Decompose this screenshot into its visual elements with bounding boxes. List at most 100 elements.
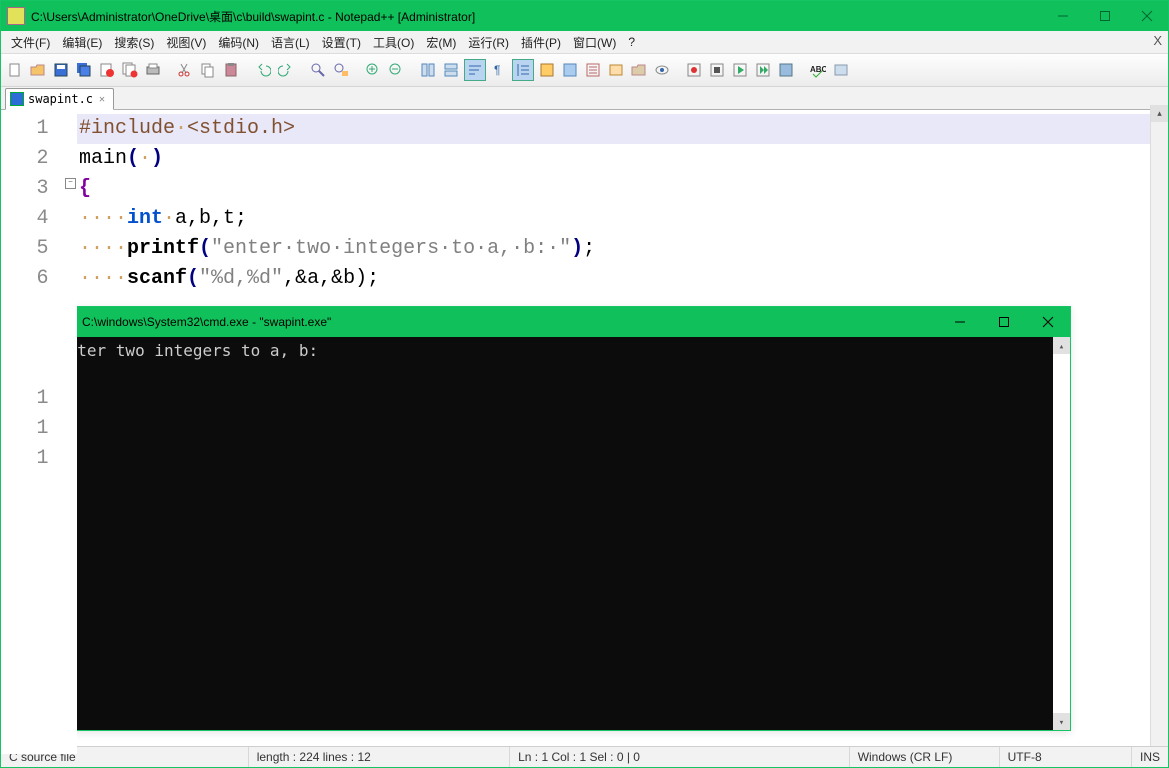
line-number: 2 [1,144,49,174]
indent-guide-button[interactable] [512,59,534,81]
brace: { [79,177,91,200]
tab-close-icon[interactable]: ✕ [97,94,107,104]
line-number: 6 [1,264,49,294]
close-all-button[interactable] [120,60,140,80]
undo-button[interactable] [253,60,273,80]
close-button[interactable] [1126,2,1168,30]
indent: ···· [79,207,127,230]
menu-search[interactable]: 搜索(S) [108,32,160,53]
paren: ) [571,237,583,260]
print-button[interactable] [143,60,163,80]
save-macro-button[interactable] [776,60,796,80]
var-decl: a,b,t; [175,207,247,230]
find-button[interactable] [308,60,328,80]
tab-label: swapint.c [28,92,93,106]
menu-encoding[interactable]: 编码(N) [212,32,265,53]
minimize-button[interactable] [1042,2,1084,30]
whitespace-dot: · [139,147,151,170]
paren: ( [127,147,139,170]
menu-edit[interactable]: 编辑(E) [56,32,108,53]
stop-macro-button[interactable] [707,60,727,80]
copy-button[interactable] [198,60,218,80]
svg-text:¶: ¶ [494,63,500,77]
menu-help[interactable]: ? [622,33,641,51]
menu-run[interactable]: 运行(R) [462,32,515,53]
zoom-in-button[interactable] [363,60,383,80]
editor[interactable]: 1 2 3 4 5 6 1 1 1 − #include·<stdio.h> m… [1,110,1168,754]
string-literal: "%d,%d" [199,267,283,290]
tabbar: swapint.c ✕ [1,87,1168,110]
record-macro-button[interactable] [684,60,704,80]
scanf-args: ,&a,&b); [283,267,379,290]
save-all-button[interactable] [74,60,94,80]
show-symbols-button[interactable]: ¶ [489,60,509,80]
fold-marker-icon[interactable]: − [65,178,76,189]
line-number: 1 [1,444,49,474]
app-icon [7,7,25,25]
sync-h-button[interactable] [441,60,461,80]
monitor-button[interactable] [652,60,672,80]
fold-column[interactable]: − [63,110,77,754]
notepadpp-window: C:\Users\Administrator\OneDrive\桌面\c\bui… [0,0,1169,768]
toolbar: ¶ ABC [1,54,1168,87]
line-number: 1 [1,414,49,444]
paren: ( [199,237,211,260]
play-multi-button[interactable] [753,60,773,80]
open-file-button[interactable] [28,60,48,80]
zoom-out-button[interactable] [386,60,406,80]
save-icon [10,92,24,106]
func-list-button[interactable] [606,60,626,80]
line-number: 1 [1,114,49,144]
wordwrap-button[interactable] [464,59,486,81]
titlebar[interactable]: C:\Users\Administrator\OneDrive\桌面\c\bui… [1,1,1168,31]
menu-view[interactable]: 视图(V) [160,32,212,53]
toolbar-extra-button[interactable] [831,60,851,80]
indent: ···· [79,267,127,290]
whitespace-dot: · [175,117,187,140]
folder-workspace-button[interactable] [629,60,649,80]
document-close-icon[interactable]: X [1153,33,1162,48]
window-title: C:\Users\Administrator\OneDrive\桌面\c\bui… [31,8,1042,25]
menu-tools[interactable]: 工具(O) [367,32,420,53]
cut-button[interactable] [175,60,195,80]
identifier: main [79,147,127,170]
menu-plugins[interactable]: 插件(P) [515,32,567,53]
save-button[interactable] [51,60,71,80]
string-literal: "enter·two·integers·to·a,·b:·" [211,237,571,260]
keyword-int: int [127,207,163,230]
fn-scanf: scanf [127,267,187,290]
redo-button[interactable] [276,60,296,80]
preprocessor: #include [79,117,175,140]
doc-map-button[interactable] [560,60,580,80]
line-number: 5 [1,234,49,264]
spellcheck-button[interactable]: ABC [808,60,828,80]
user-lang-button[interactable] [537,60,557,80]
replace-button[interactable] [331,60,351,80]
menu-language[interactable]: 语言(L) [265,32,316,53]
menubar: 文件(F) 编辑(E) 搜索(S) 视图(V) 编码(N) 语言(L) 设置(T… [1,31,1168,54]
play-macro-button[interactable] [730,60,750,80]
whitespace-dot: · [163,207,175,230]
new-file-button[interactable] [5,60,25,80]
file-tab[interactable]: swapint.c ✕ [5,88,114,110]
fn-printf: printf [127,237,199,260]
menu-macro[interactable]: 宏(M) [420,32,462,53]
indent: ···· [79,237,127,260]
code-area[interactable]: #include·<stdio.h> main(·) { ····int·a,b… [77,110,1168,754]
paren: ( [187,267,199,290]
line-number: 1 [1,384,49,414]
close-file-button[interactable] [97,60,117,80]
include-header: <stdio.h> [187,117,295,140]
menu-window[interactable]: 窗口(W) [567,32,622,53]
line-number: 3 [1,174,49,204]
semicolon: ; [583,237,595,260]
maximize-button[interactable] [1084,2,1126,30]
line-number-gutter: 1 2 3 4 5 6 1 1 1 [1,110,63,754]
line-number: 4 [1,204,49,234]
doc-list-button[interactable] [583,60,603,80]
menu-settings[interactable]: 设置(T) [316,32,367,53]
menu-file[interactable]: 文件(F) [5,32,56,53]
paste-button[interactable] [221,60,241,80]
sync-v-button[interactable] [418,60,438,80]
paren: ) [151,147,163,170]
